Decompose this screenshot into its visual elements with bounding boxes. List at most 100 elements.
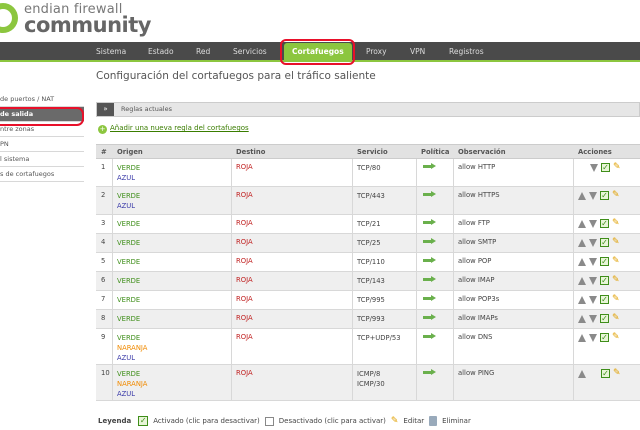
enabled-check-icon: ✓ xyxy=(138,416,149,426)
column-divider xyxy=(352,329,353,364)
column-divider xyxy=(573,329,574,364)
move-up-icon[interactable] xyxy=(578,295,586,304)
toggle-enabled-icon[interactable]: ✓ xyxy=(600,219,609,228)
origin-cell: VERDE NARANJA AZUL xyxy=(117,369,147,399)
nav-red[interactable]: Red xyxy=(196,42,210,62)
table-row: 3 VERDE ROJA TCP/21 allow FTP ✓ ✎ xyxy=(96,215,640,234)
table-body: 1 VERDE AZUL ROJA TCP/80 allow HTTP ✓ ✎ 2 VERDE AZ… xyxy=(96,159,640,401)
move-down-icon[interactable] xyxy=(589,238,597,247)
nav-vpn[interactable]: VPN xyxy=(410,42,425,62)
sidebar-item-vpn[interactable]: PN xyxy=(0,137,84,152)
note-cell: allow SMTP xyxy=(458,238,497,246)
edit-pencil-icon[interactable]: ✎ xyxy=(612,219,621,228)
nav-proxy[interactable]: Proxy xyxy=(366,42,387,62)
column-divider xyxy=(453,272,454,290)
actions-cell: ✓ ✎ xyxy=(578,295,621,304)
move-down-icon[interactable] xyxy=(589,257,597,266)
move-up-icon[interactable] xyxy=(578,276,586,285)
edit-pencil-icon[interactable]: ✎ xyxy=(612,257,621,266)
column-divider xyxy=(352,272,353,290)
move-up-icon[interactable] xyxy=(578,238,586,247)
move-down-icon[interactable] xyxy=(589,333,597,342)
column-divider xyxy=(453,187,454,214)
move-down-icon[interactable] xyxy=(589,191,597,200)
toggle-enabled-icon[interactable]: ✓ xyxy=(601,163,610,172)
move-up-icon[interactable] xyxy=(578,191,586,200)
move-up-icon[interactable] xyxy=(578,219,586,228)
edit-pencil-icon[interactable]: ✎ xyxy=(613,369,622,378)
move-up-icon[interactable] xyxy=(578,333,586,342)
note-cell: allow HTTP xyxy=(458,163,496,171)
add-rule-link[interactable]: + Añadir una nueva regla del cortafuegos xyxy=(98,124,249,134)
origin-zone: VERDE xyxy=(117,164,141,172)
column-divider xyxy=(352,215,353,233)
toggle-enabled-icon[interactable]: ✓ xyxy=(600,276,609,285)
origin-cell: VERDE xyxy=(117,314,140,324)
column-divider xyxy=(112,365,113,400)
page-title: Configuración del cortafuegos para el tr… xyxy=(96,70,376,82)
section-header: » Reglas actuales xyxy=(96,102,640,117)
move-down-icon[interactable] xyxy=(589,295,597,304)
toggle-enabled-icon[interactable]: ✓ xyxy=(600,257,609,266)
edit-pencil-icon[interactable]: ✎ xyxy=(612,238,621,247)
column-divider xyxy=(573,365,574,400)
edit-pencil-icon[interactable]: ✎ xyxy=(612,276,621,285)
collapse-toggle-icon[interactable]: » xyxy=(97,103,114,116)
table-row: 6 VERDE ROJA TCP/143 allow IMAP ✓ ✎ xyxy=(96,272,640,291)
highlight-circle-nav xyxy=(280,39,355,65)
sidebar-item-port-forwarding[interactable]: de puertos / NAT xyxy=(0,92,84,107)
move-up-icon[interactable] xyxy=(578,257,586,266)
origin-zone: NARANJA xyxy=(117,380,148,388)
nav-servicios[interactable]: Servicios xyxy=(233,42,267,62)
policy-cell xyxy=(423,219,437,228)
policy-cell xyxy=(423,369,437,378)
add-rule-label: Añadir una nueva regla del cortafuegos xyxy=(110,124,249,132)
policy-allow-arrow-icon xyxy=(423,191,437,198)
column-divider xyxy=(416,159,417,186)
move-up-icon[interactable] xyxy=(578,314,586,323)
toggle-enabled-icon[interactable]: ✓ xyxy=(600,314,609,323)
legend-disabled: Desactivado (clic para activar) xyxy=(278,417,386,425)
col-destination: Destino xyxy=(236,148,266,156)
service-cell: TCP/21 xyxy=(357,219,381,229)
row-number: 10 xyxy=(101,369,110,377)
toggle-enabled-icon[interactable]: ✓ xyxy=(600,295,609,304)
toggle-enabled-icon[interactable]: ✓ xyxy=(600,333,609,342)
move-down-icon[interactable] xyxy=(590,163,598,172)
sidebar-item-firewall-diagrams[interactable]: s de cortafuegos xyxy=(0,167,84,182)
toggle-enabled-icon[interactable]: ✓ xyxy=(600,191,609,200)
nav-registros[interactable]: Registros xyxy=(449,42,484,62)
column-divider xyxy=(416,253,417,271)
service-value: ICMP/30 xyxy=(357,380,385,388)
legend-title: Leyenda xyxy=(98,417,132,425)
column-divider xyxy=(416,329,417,364)
row-number: 8 xyxy=(101,314,106,322)
legend: Leyenda ✓ Activado (clic para desactivar… xyxy=(98,416,471,426)
policy-allow-arrow-icon xyxy=(423,163,437,170)
toggle-enabled-icon[interactable]: ✓ xyxy=(601,369,610,378)
trash-icon xyxy=(429,416,438,426)
move-down-icon[interactable] xyxy=(589,219,597,228)
column-divider xyxy=(573,159,574,186)
destination-cell: ROJA xyxy=(236,238,253,246)
nav-estado[interactable]: Estado xyxy=(148,42,174,62)
edit-pencil-icon[interactable]: ✎ xyxy=(612,191,621,200)
column-divider xyxy=(231,272,232,290)
move-up-icon[interactable] xyxy=(578,369,586,378)
edit-pencil-icon[interactable]: ✎ xyxy=(612,333,621,342)
toggle-enabled-icon[interactable]: ✓ xyxy=(600,238,609,247)
column-divider xyxy=(416,272,417,290)
action-icons: ✓ ✎ xyxy=(578,369,622,378)
column-divider xyxy=(416,310,417,328)
move-down-icon[interactable] xyxy=(589,314,597,323)
note-cell: allow POP3s xyxy=(458,295,500,303)
column-divider xyxy=(112,291,113,309)
legend-edit: Editar xyxy=(403,417,425,425)
edit-pencil-icon[interactable]: ✎ xyxy=(613,163,622,172)
sidebar-item-system-access[interactable]: l sistema xyxy=(0,152,84,167)
edit-pencil-icon[interactable]: ✎ xyxy=(612,295,621,304)
origin-zone: AZUL xyxy=(117,354,136,362)
nav-sistema[interactable]: Sistema xyxy=(96,42,126,62)
move-down-icon[interactable] xyxy=(589,276,597,285)
edit-pencil-icon[interactable]: ✎ xyxy=(612,314,621,323)
